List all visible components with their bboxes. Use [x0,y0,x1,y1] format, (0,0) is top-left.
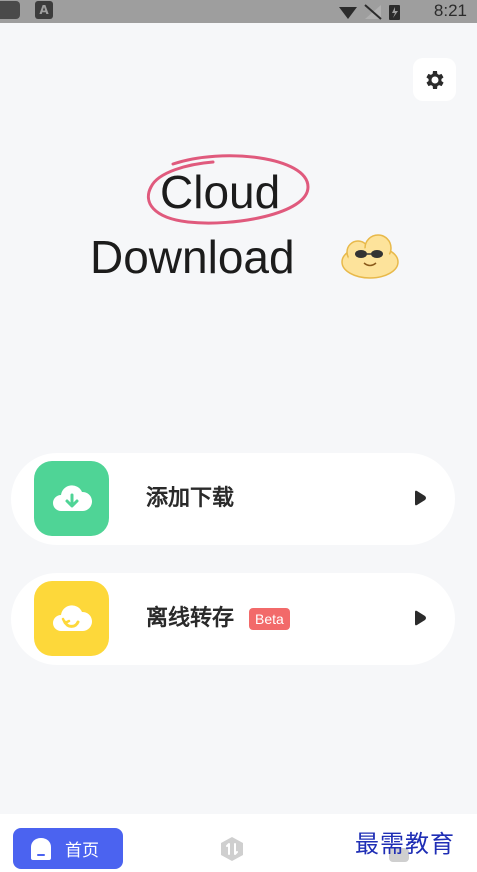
status-time: 8:21 [433,1,467,20]
add-download-label: 添加下载 [146,486,235,511]
settings-button[interactable] [413,58,456,101]
play-icon [415,610,426,626]
gear-icon [425,70,444,89]
offline-transfer-card[interactable]: 离线转存 Beta [11,573,455,665]
offline-transfer-icon-box [34,581,109,656]
hero-title-line1: Cloud [160,166,281,218]
app-notification-icon: A [35,1,53,19]
watermark: 最需教育 [355,830,455,858]
cloud-sync-icon [52,604,92,631]
notification-icon [0,1,20,19]
add-download-icon-box [34,461,109,536]
cloud-mascot-icon [341,234,399,279]
wifi-icon [339,7,357,19]
cloud-download-icon [52,484,92,511]
add-download-card[interactable]: 添加下载 [11,453,455,545]
nav-home-tab[interactable]: 首页 [13,828,123,869]
home-icon [31,837,51,860]
nav-home-label: 首页 [65,841,99,861]
transfer-icon[interactable] [219,836,245,862]
status-icons [339,4,400,20]
beta-badge: Beta [249,608,290,630]
play-icon [415,490,426,506]
status-bar: A 8:21 [0,0,477,23]
hero-title-line2: Download [90,231,295,283]
offline-transfer-label: 离线转存 [146,606,235,631]
